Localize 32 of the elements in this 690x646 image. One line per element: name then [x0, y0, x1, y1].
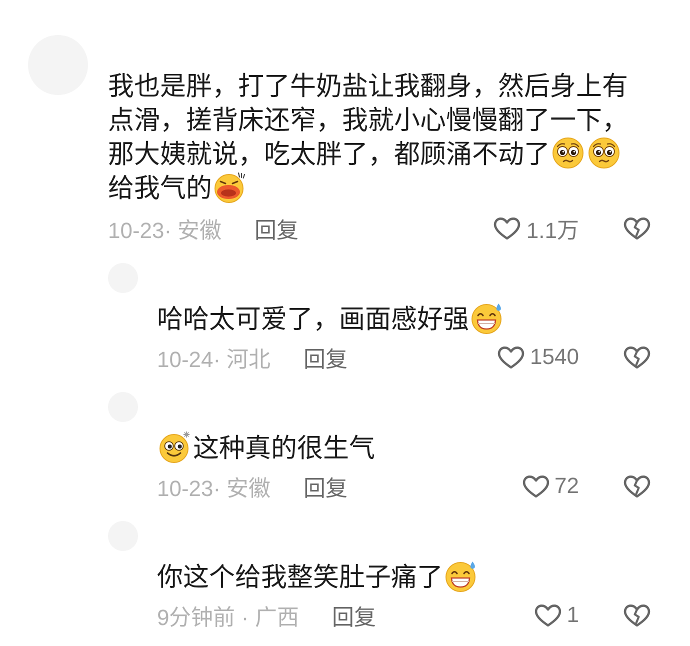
date-location-text: 9分钟前 · 广西	[157, 604, 299, 631]
reply-text: 你这个给我整笑肚子痛了	[157, 562, 443, 592]
shouting-face-icon	[214, 171, 246, 203]
broken-heart-icon[interactable]	[623, 474, 651, 498]
comment-text: 我也是胖，打了牛奶盐让我翻身，然后身上有点滑，搓背床还窄，我就小心慢慢翻了一下，	[108, 71, 628, 135]
heart-icon	[497, 344, 526, 370]
grinning-sweat-face-icon	[471, 302, 503, 334]
reply-text: 哈哈太可爱了，画面感好强	[157, 304, 469, 334]
heart-icon	[522, 474, 550, 498]
reply-link[interactable]: 回复	[304, 341, 348, 373]
reply-link[interactable]: 回复	[304, 470, 348, 502]
reply-link[interactable]: 回复	[332, 599, 376, 631]
worried-face-icon	[588, 137, 620, 169]
broken-heart-icon[interactable]	[623, 602, 651, 628]
comment-text: 那大姨就说，吃太胖了，都顾涌不动了	[108, 139, 550, 169]
heart-icon	[534, 602, 562, 628]
reply-text: 这种真的很生气	[193, 433, 375, 463]
broken-heart-icon[interactable]	[623, 344, 651, 370]
date-location-text: 10-23· 安徽	[108, 217, 222, 244]
broken-heart-icon[interactable]	[623, 216, 651, 240]
date-location-text: 10-23· 安徽	[157, 475, 271, 502]
like-button[interactable]: 1.1万	[493, 212, 579, 244]
comment-text: 给我气的	[108, 173, 212, 203]
like-button[interactable]: 1540	[497, 344, 579, 370]
worried-face-icon	[552, 137, 584, 169]
grinning-sweat-face-icon	[445, 560, 477, 592]
dizzy-smiley-icon	[159, 431, 191, 463]
date-location-text: 10-24· 河北	[157, 346, 271, 373]
like-button[interactable]: 1	[534, 602, 579, 628]
like-button[interactable]: 72	[522, 473, 579, 499]
reply-link[interactable]: 回复	[254, 212, 299, 244]
heart-icon	[493, 216, 522, 240]
